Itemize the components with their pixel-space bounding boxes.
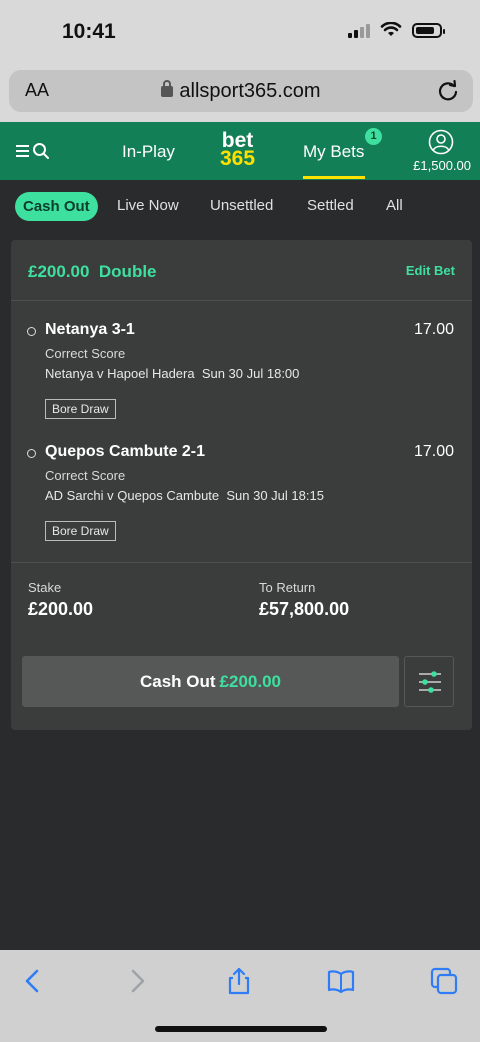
tab-settled[interactable]: Settled [307,197,354,214]
menu-search-button[interactable] [16,142,50,160]
logo-365: 365 [220,147,256,170]
stake-value: £200.00 [28,599,94,619]
selection-market: Correct Score [45,468,126,483]
selection-name: Quepos Cambute 2-1 [45,443,206,460]
selection-odds: 17.00 [413,443,454,460]
selection-event: AD Sarchi v Quepos Cambute Sun 30 Jul 18… [45,488,324,503]
selection-tag: Bore Draw [45,521,116,541]
battery-icon [412,22,445,38]
url-display[interactable]: allsport365.com [9,80,473,103]
return-value: £57,800.00 [259,599,350,619]
return-label: To Return [259,580,316,595]
selection-tag: Bore Draw [45,399,116,419]
nav-mybets[interactable]: My Bets [303,142,364,162]
tabs-icon[interactable] [429,966,459,996]
cash-out-amount: £200.00 [219,672,281,691]
nav-inplay[interactable]: In-Play [122,142,175,162]
sliders-icon [419,671,441,693]
home-indicator [155,1026,327,1032]
bet-filter-tabs: Cash Out Live Now Unsettled Settled All [0,180,480,238]
selection-market: Correct Score [45,346,126,361]
cash-out-label: Cash Out [139,672,216,691]
app-header: In-Play bet 365 My Bets [0,122,480,180]
auto-cashout-button[interactable] [404,656,454,707]
forward-icon[interactable] [122,966,152,996]
bet365-logo[interactable]: bet 365 [220,130,256,170]
back-icon[interactable] [18,966,48,996]
share-icon[interactable] [224,966,254,996]
status-bar: 10:41 [0,0,480,62]
status-icons [348,22,445,38]
tab-unsettled[interactable]: Unsettled [210,197,273,214]
bet-card: £200.00 Double Edit Bet Netanya 3-1 17.0… [11,240,472,730]
url-text: allsport365.com [179,80,321,102]
cash-out-button[interactable]: Cash Out £200.00 [22,656,399,707]
account-balance[interactable]: £1,500.00 [413,158,471,173]
mybets-count-badge: 1 [365,128,382,145]
account-icon[interactable] [428,129,454,155]
status-time: 10:41 [62,20,116,43]
stake-return-summary: Stake £200.00 To Return £57,800.00 [11,562,472,648]
active-nav-indicator [303,176,365,179]
tab-all[interactable]: All [386,197,403,214]
cellular-signal-icon [348,22,370,38]
address-bar[interactable]: AA allsport365.com [9,70,473,112]
lock-icon [161,80,174,97]
stake-label: Stake [28,580,62,595]
menu-icon [16,145,29,157]
selection-event: Netanya v Hapoel Hadera Sun 30 Jul 18:00 [45,366,300,381]
bet-card-header: £200.00 Double Edit Bet [11,240,472,301]
selection-status-icon [27,327,36,336]
selection-odds: 17.00 [413,321,454,338]
tab-live-now[interactable]: Live Now [117,197,179,214]
selection-status-icon [27,449,36,458]
edit-bet-button[interactable]: Edit Bet [406,263,455,278]
wifi-icon [380,22,402,36]
bookmarks-icon[interactable] [326,966,356,996]
tab-cash-out[interactable]: Cash Out [15,192,98,221]
reload-icon[interactable] [435,78,461,104]
browser-url-area: AA allsport365.com [0,62,480,122]
bet-stake-type: £200.00 Double [28,262,157,281]
selection-name: Netanya 3-1 [45,321,135,338]
search-icon [33,143,49,159]
